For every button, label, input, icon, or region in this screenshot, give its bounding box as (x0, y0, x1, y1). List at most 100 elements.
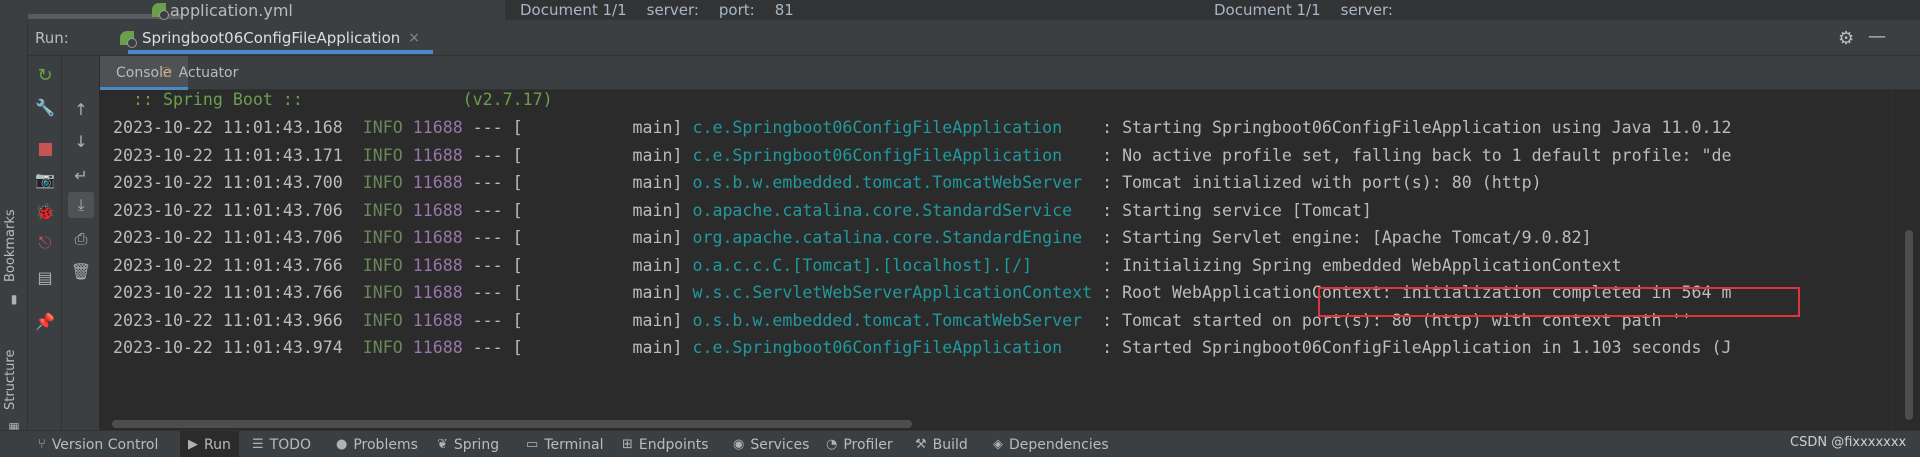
tool-window-label: Endpoints (638, 436, 709, 453)
camera-icon[interactable]: 📷 (34, 168, 56, 190)
run-config-title: Springboot06ConfigFileApplication (142, 29, 401, 47)
log-thread: --- [ main] (462, 283, 693, 302)
gear-icon[interactable]: ⚙ (1838, 28, 1854, 49)
spring-icon: ❦ (437, 437, 448, 452)
tool-window-label: Version Control (51, 436, 159, 453)
problems-icon: ● (336, 437, 348, 452)
log-timestamp: 2023-10-22 11:01:43.706 (113, 228, 343, 247)
log-pid: 11688 (412, 283, 463, 302)
log-thread: --- [ main] (462, 255, 693, 275)
close-tab-icon[interactable]: × (408, 30, 420, 46)
arrow-down-icon[interactable]: ↓ (70, 130, 92, 152)
tool-window-label: Problems (353, 436, 418, 453)
log-logger: o.apache.catalina.core.StandardService (692, 200, 1093, 220)
log-logger: c.e.Springboot06ConfigFileApplication (692, 118, 1093, 137)
tool-window-dependencies[interactable]: ◈ Dependencies (993, 431, 1109, 457)
structure-tool-label[interactable]: Structure (3, 350, 18, 410)
rerun-icon[interactable]: ↻ (34, 64, 56, 86)
tool-window-services[interactable]: ◉ Services (733, 431, 809, 457)
spring-boot-run-icon (120, 31, 137, 48)
layout-icon[interactable]: ▤ (34, 266, 56, 288)
log-logger: o.s.b.w.embedded.tomcat.TomcatWebServer (692, 310, 1093, 330)
breadcrumb-document[interactable]: Document 1/1 (1214, 1, 1321, 19)
log-line: 2023-10-22 11:01:43.974 INFO 11688 --- [… (113, 337, 1731, 359)
log-timestamp: 2023-10-22 11:01:43.766 (113, 255, 343, 275)
file-item-application-yml[interactable]: application.yml (152, 0, 293, 20)
log-message: : Initializing Spring embedded WebApplic… (1092, 255, 1622, 275)
soft-wrap-icon[interactable]: ↵ (70, 164, 92, 186)
tool-window-label: Spring (453, 436, 500, 453)
stop-icon[interactable] (34, 138, 56, 160)
log-pid: 11688 (412, 200, 463, 220)
wrench-icon[interactable]: 🔧 (34, 96, 56, 118)
tab-actuator[interactable]: ⚇ Actuator (160, 56, 238, 90)
log-line: 2023-10-22 11:01:43.700 INFO 11688 --- [… (113, 172, 1542, 194)
pin-icon[interactable]: 📌 (34, 310, 56, 332)
tool-window-endpoints[interactable]: ⊞ Endpoints (622, 431, 709, 457)
log-level: INFO (362, 145, 403, 165)
log-timestamp: 2023-10-22 11:01:43.700 (113, 173, 343, 192)
exit-icon[interactable]: ⎋ (34, 232, 56, 254)
log-thread: --- [ main] (462, 228, 693, 247)
log-timestamp: 2023-10-22 11:01:43.966 (113, 310, 343, 330)
tool-window-version-control[interactable]: ⑂ Version Control (38, 431, 158, 457)
actuator-icon: ⚇ (160, 65, 173, 81)
log-level: INFO (362, 200, 403, 220)
watermark: CSDN @fixxxxxxx (1790, 435, 1907, 450)
tool-window-label: TODO (269, 436, 312, 453)
breadcrumb-document[interactable]: Document 1/1 (520, 1, 627, 19)
tool-window-spring[interactable]: ❦ Spring (437, 431, 499, 457)
log-message: : Tomcat initialized with port(s): 80 (h… (1092, 173, 1542, 192)
services-icon: ◉ (733, 437, 745, 452)
tool-window-label: Profiler (843, 436, 893, 453)
tool-window-run[interactable]: ▶ Run (180, 431, 239, 457)
bookmarks-tool-label[interactable]: Bookmarks (3, 209, 18, 282)
log-pid: 11688 (412, 173, 463, 192)
tool-window-todo[interactable]: ☰ TODO (252, 431, 311, 457)
log-logger: w.s.c.ServletWebServerApplicationContext (692, 283, 1093, 302)
log-level: INFO (362, 338, 403, 357)
log-message: : Starting Springboot06ConfigFileApplica… (1092, 118, 1732, 137)
tool-window-label: Terminal (544, 436, 604, 453)
scroll-to-end-icon[interactable]: ⤓ (68, 192, 94, 218)
log-thread: --- [ main] (462, 173, 693, 192)
console-vertical-scrollbar[interactable] (1892, 90, 1920, 430)
tool-window-label: Services (750, 436, 810, 453)
log-timestamp: 2023-10-22 11:01:43.766 (113, 283, 343, 302)
tool-window-profiler[interactable]: ◔ Profiler (826, 431, 893, 457)
log-logger: o.s.b.w.embedded.tomcat.TomcatWebServer (692, 173, 1093, 192)
log-message: : No active profile set, falling back to… (1092, 145, 1732, 165)
log-pid: 11688 (412, 145, 463, 165)
tool-window-label: Dependencies (1009, 436, 1109, 453)
log-thread: --- [ main] (462, 200, 693, 220)
console-output[interactable]: :: Spring Boot :: (v2.7.17) 2023-10-22 1… (100, 90, 1892, 420)
debug-icon[interactable]: 🐞 (34, 200, 56, 222)
console-horizontal-scrollbar[interactable] (112, 420, 912, 428)
breadcrumb-port[interactable]: port: (719, 1, 755, 19)
log-level: INFO (362, 228, 403, 247)
log-timestamp: 2023-10-22 11:01:43.171 (113, 145, 343, 165)
left-tool-stripe: Bookmarks ▮ Structure ▦ (0, 20, 28, 434)
scrollbar-thumb[interactable] (1905, 230, 1913, 420)
run-label: Run: (35, 29, 69, 47)
run-config-tab[interactable]: Springboot06ConfigFileApplication × (78, 20, 433, 56)
log-logger: c.e.Springboot06ConfigFileApplication (692, 145, 1093, 165)
run-icon: ▶ (188, 437, 198, 452)
breadcrumb-server[interactable]: server: (1341, 1, 1393, 19)
log-logger: c.e.Springboot06ConfigFileApplication (692, 338, 1093, 357)
log-thread: --- [ main] (462, 338, 693, 357)
minimize-icon[interactable]: — (1868, 26, 1888, 47)
tool-window-bar: ⑂ Version Control ▶ Run ☰ TODO ● Problems ❦ Sprin… (0, 430, 1920, 457)
left-editor-breadcrumb: Document 1/1 server: port: 81 (520, 0, 794, 20)
log-timestamp: 2023-10-22 11:01:43.974 (113, 338, 343, 357)
tool-window-terminal[interactable]: ▭ Terminal (526, 431, 603, 457)
print-icon[interactable]: ⎙ (70, 228, 92, 250)
terminal-icon: ▭ (526, 437, 539, 452)
log-thread: --- [ main] (462, 310, 693, 330)
trash-icon[interactable]: 🗑 (70, 260, 92, 282)
breadcrumb-port-value[interactable]: 81 (775, 1, 794, 19)
arrow-up-icon[interactable]: ↑ (70, 98, 92, 120)
tool-window-problems[interactable]: ● Problems (336, 431, 418, 457)
tool-window-build[interactable]: ⚒ Build (915, 431, 968, 457)
breadcrumb-server[interactable]: server: (647, 1, 699, 19)
